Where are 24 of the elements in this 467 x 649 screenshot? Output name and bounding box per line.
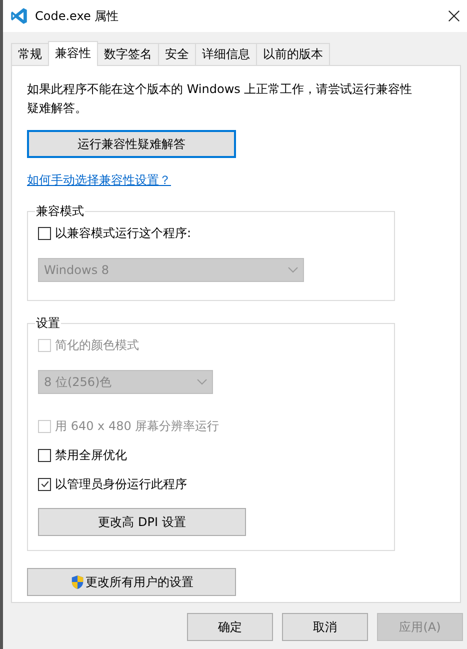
window-title: Code.exe 属性: [35, 8, 120, 24]
checkbox-label: 以管理员身份运行此程序: [55, 476, 187, 492]
help-link[interactable]: 如何手动选择兼容性设置？: [27, 172, 171, 189]
dialog-button[interactable]: 确定: [187, 613, 273, 641]
tab[interactable]: 常规: [11, 43, 49, 65]
tab[interactable]: 兼容性: [48, 41, 98, 66]
checkbox[interactable]: [38, 448, 51, 462]
checkbox[interactable]: [38, 226, 51, 240]
checkbox-label: 简化的颜色模式: [55, 336, 139, 354]
tab[interactable]: 以前的版本: [256, 43, 330, 65]
troubleshoot-button[interactable]: 运行兼容性疑难解答: [27, 130, 236, 158]
dialog-button[interactable]: 取消: [282, 613, 368, 641]
app-icon: [10, 7, 28, 25]
checkbox-label: 用 640 x 480 屏幕分辨率运行: [55, 418, 220, 434]
checkbox-label: 禁用全屏优化: [55, 446, 127, 464]
description-text: 如果此程序不能在这个版本的 Windows 上正常工作，请尝试运行兼容性疑难解答。: [27, 81, 414, 117]
chevron-down-icon: [288, 267, 298, 273]
shield-icon: [70, 574, 84, 590]
close-icon[interactable]: [448, 10, 460, 22]
all-users-button[interactable]: 更改所有用户的设置: [27, 568, 236, 596]
checkbox[interactable]: [38, 478, 51, 490]
dpi-settings-button[interactable]: 更改高 DPI 设置: [38, 508, 246, 536]
checkbox-label: 以兼容模式运行这个程序:: [55, 224, 192, 242]
chevron-down-icon: [197, 379, 207, 385]
